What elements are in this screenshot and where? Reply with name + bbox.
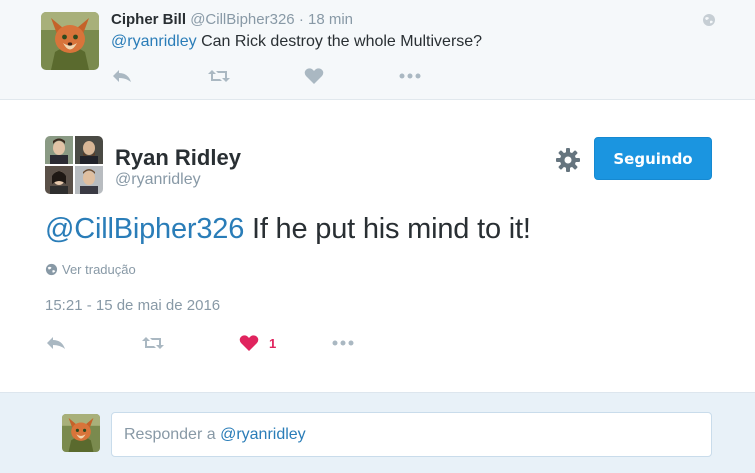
more-icon xyxy=(332,340,354,346)
like-icon xyxy=(304,68,324,84)
parent-author-handle[interactable]: @CillBipher326 xyxy=(190,11,294,28)
translate-link[interactable]: Ver tradução xyxy=(45,262,136,277)
reply-placeholder-mention: @ryanridley xyxy=(220,425,306,443)
retweet-button[interactable] xyxy=(141,330,165,356)
parent-tweet-time[interactable]: 18 min xyxy=(308,11,353,28)
tweet-timestamp[interactable]: 15:21 - 15 de mai de 2016 xyxy=(45,297,220,314)
more-icon xyxy=(399,73,421,79)
like-button[interactable]: 1 xyxy=(239,330,276,356)
main-tweet: Ryan Ridley @ryanridley Seguindo @CillBi… xyxy=(0,101,755,392)
parent-tweet-text: @ryanridley Can Rick destroy the whole M… xyxy=(111,33,482,51)
reply-button[interactable] xyxy=(111,63,133,89)
more-button[interactable] xyxy=(399,63,421,89)
more-button[interactable] xyxy=(332,330,354,356)
reply-icon xyxy=(113,70,131,82)
parent-tweet[interactable]: Cipher Bill @CillBipher326 · 18 min @rya… xyxy=(0,0,755,100)
globe-icon xyxy=(703,14,715,26)
following-button[interactable]: Seguindo xyxy=(594,137,712,180)
reply-icon xyxy=(47,337,65,349)
heart-icon xyxy=(239,335,259,351)
retweet-icon xyxy=(208,70,230,82)
parent-author-avatar[interactable] xyxy=(41,12,99,70)
header-separator: · xyxy=(298,11,304,28)
parent-tweet-actions xyxy=(111,63,431,89)
gear-icon[interactable] xyxy=(555,147,581,173)
like-button[interactable] xyxy=(304,63,324,89)
parent-author-name[interactable]: Cipher Bill xyxy=(111,11,186,28)
main-author-name[interactable]: Ryan Ridley xyxy=(115,145,241,171)
like-count: 1 xyxy=(269,335,277,351)
reply-placeholder-prefix: Responder a xyxy=(124,425,216,443)
main-author-handle[interactable]: @ryanridley xyxy=(115,171,201,189)
main-tweet-body: If he put his mind to it! xyxy=(251,213,531,245)
main-tweet-actions: 1 xyxy=(45,330,385,356)
parent-tweet-body: Can Rick destroy the whole Multiverse? xyxy=(201,33,483,50)
retweet-icon xyxy=(142,337,164,349)
globe-icon xyxy=(45,263,58,276)
reply-area: Responder a @ryanridley xyxy=(0,392,755,473)
retweet-button[interactable] xyxy=(207,63,231,89)
current-user-avatar xyxy=(62,414,100,452)
reply-input[interactable]: Responder a @ryanridley xyxy=(111,412,712,457)
parent-tweet-header: Cipher Bill @CillBipher326 · 18 min xyxy=(111,11,353,28)
translate-label: Ver tradução xyxy=(62,262,136,277)
parent-tweet-mention[interactable]: @ryanridley xyxy=(111,33,197,50)
main-tweet-mention[interactable]: @CillBipher326 xyxy=(45,213,244,245)
main-author-avatar[interactable] xyxy=(45,136,103,194)
reply-button[interactable] xyxy=(45,330,67,356)
main-tweet-text: @CillBipher326 If he put his mind to it! xyxy=(45,213,531,246)
